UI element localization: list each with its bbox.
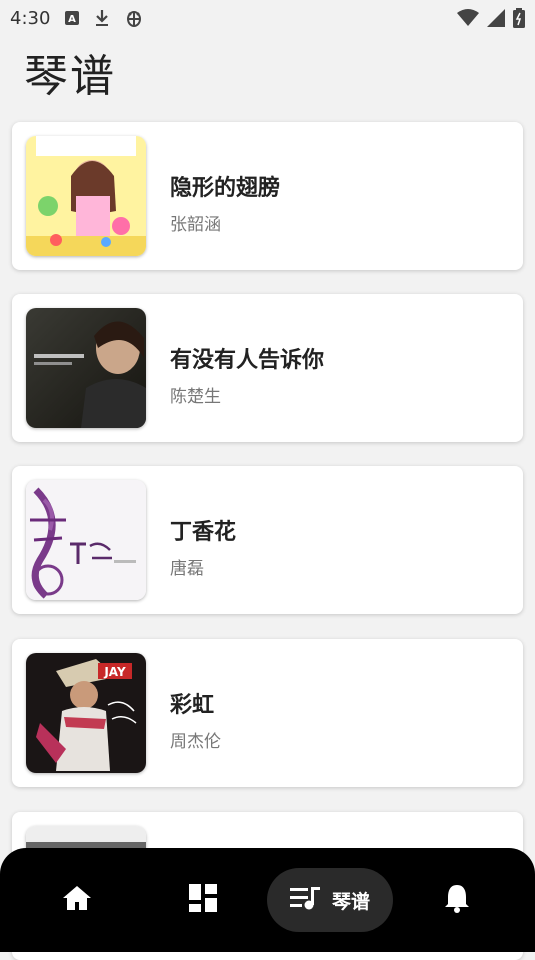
bug-icon — [124, 8, 144, 28]
status-left: 4:30 A — [10, 8, 144, 29]
song-artist: 陈楚生 — [170, 387, 221, 407]
nav-sheet-music[interactable]: 琴谱 — [267, 868, 393, 932]
album-cover — [26, 308, 146, 428]
bell-icon — [444, 883, 470, 917]
battery-icon — [513, 8, 525, 28]
nav-home[interactable] — [52, 868, 102, 932]
status-right — [457, 8, 525, 28]
song-title: 彩虹 — [170, 693, 215, 718]
song-card[interactable]: 有没有人告诉你 陈楚生 — [12, 294, 523, 442]
music-queue-icon — [289, 885, 322, 915]
font-icon: A — [64, 10, 80, 26]
svg-text:JAY: JAY — [103, 665, 126, 679]
wifi-icon — [457, 9, 479, 27]
album-cover — [26, 480, 146, 600]
song-title: 有没有人告诉你 — [170, 348, 325, 373]
nav-dashboard[interactable] — [178, 868, 228, 932]
download-icon — [94, 9, 110, 27]
album-cover — [26, 136, 146, 256]
song-artist: 张韶涵 — [170, 215, 221, 235]
status-time: 4:30 — [10, 7, 51, 29]
song-artist: 周杰伦 — [170, 732, 221, 752]
svg-text:A: A — [69, 14, 77, 25]
song-artist: 唐磊 — [170, 559, 204, 579]
song-title: 隐形的翅膀 — [170, 176, 281, 201]
song-card[interactable]: 丁香花 唐磊 — [12, 466, 523, 614]
song-card[interactable]: JAY 彩虹 周杰伦 — [12, 639, 523, 787]
status-bar: 4:30 A — [0, 0, 535, 36]
page-title: 琴谱 — [24, 51, 116, 102]
signal-icon — [487, 9, 505, 27]
song-card[interactable]: 隐形的翅膀 张韶涵 — [12, 122, 523, 270]
nav-notifications[interactable] — [432, 868, 482, 932]
song-title: 丁香花 — [170, 520, 237, 545]
album-cover: JAY — [26, 653, 146, 773]
bottom-navigation: 琴谱 — [0, 848, 535, 952]
home-icon — [62, 884, 92, 916]
dashboard-icon — [189, 884, 217, 916]
nav-active-label: 琴谱 — [331, 890, 370, 913]
